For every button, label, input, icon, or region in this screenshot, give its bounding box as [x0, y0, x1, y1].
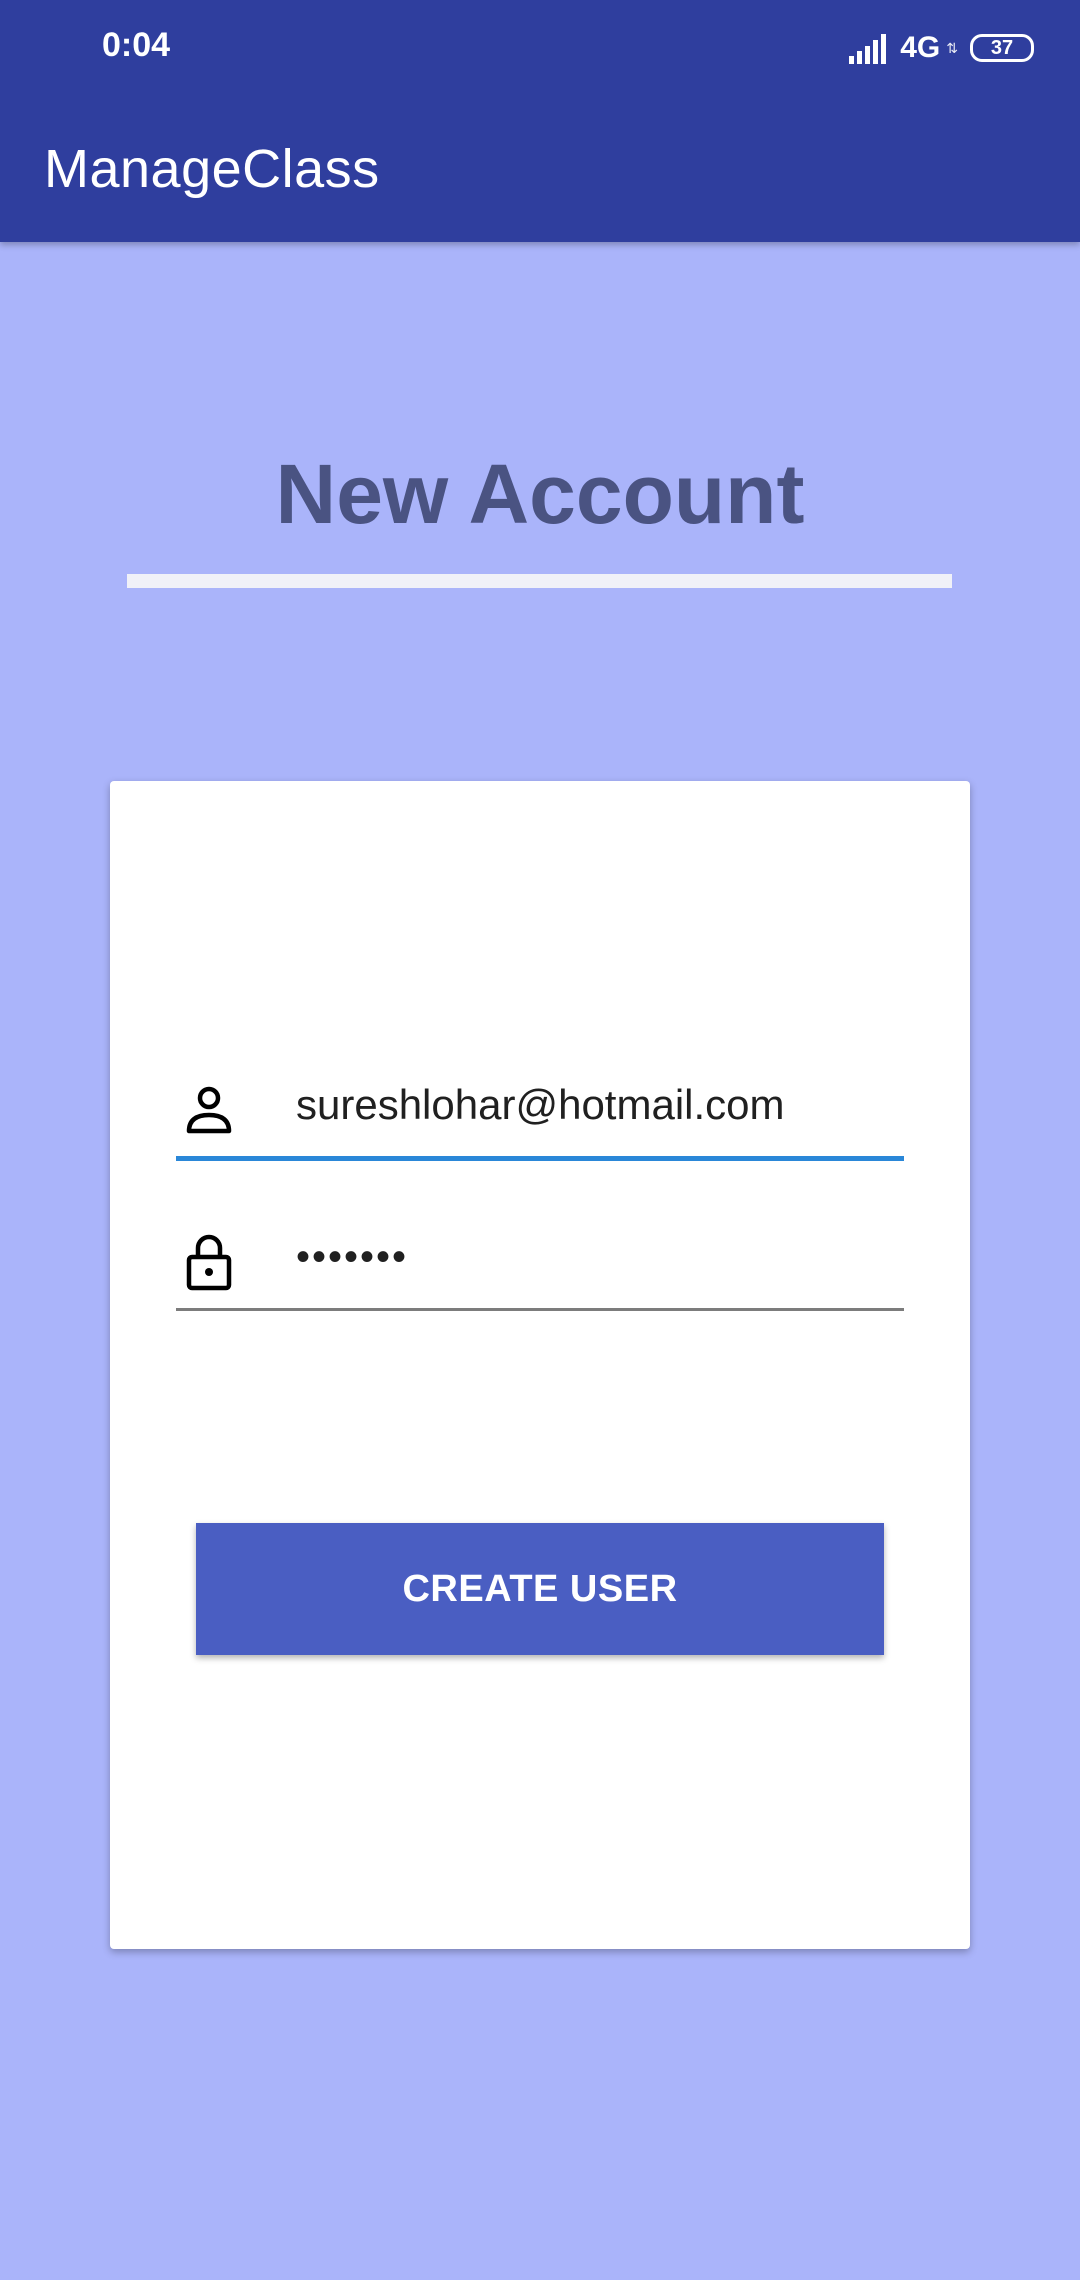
- email-value[interactable]: sureshlohar@hotmail.com: [296, 1081, 785, 1129]
- person-icon: [186, 1086, 232, 1134]
- battery-level: 37: [990, 36, 1014, 59]
- data-activity-icon: ⇅: [946, 39, 958, 56]
- page-title: New Account: [275, 447, 805, 541]
- signal-icon: [846, 32, 887, 64]
- password-underline: [176, 1308, 904, 1311]
- heading-divider: [127, 574, 952, 588]
- email-field[interactable]: sureshlohar@hotmail.com: [176, 1071, 904, 1161]
- status-time: 0:04: [102, 26, 171, 64]
- battery-icon: 37: [970, 34, 1034, 62]
- create-user-button[interactable]: CREATE USER: [196, 1523, 884, 1655]
- app-title: ManageClass: [44, 139, 380, 199]
- lock-icon: [186, 1234, 232, 1291]
- password-value[interactable]: •••••••: [296, 1235, 408, 1280]
- network-type-label: 4G: [900, 31, 941, 64]
- signup-card: sureshlohar@hotmail.com ••••••• CREATE U…: [110, 781, 970, 1949]
- app-bar: 0:04 4G ⇅ 37 ManageClass: [0, 0, 1080, 242]
- password-field[interactable]: •••••••: [176, 1221, 904, 1311]
- email-underline: [176, 1156, 904, 1161]
- status-icons: 4G ⇅ 37: [846, 28, 1034, 68]
